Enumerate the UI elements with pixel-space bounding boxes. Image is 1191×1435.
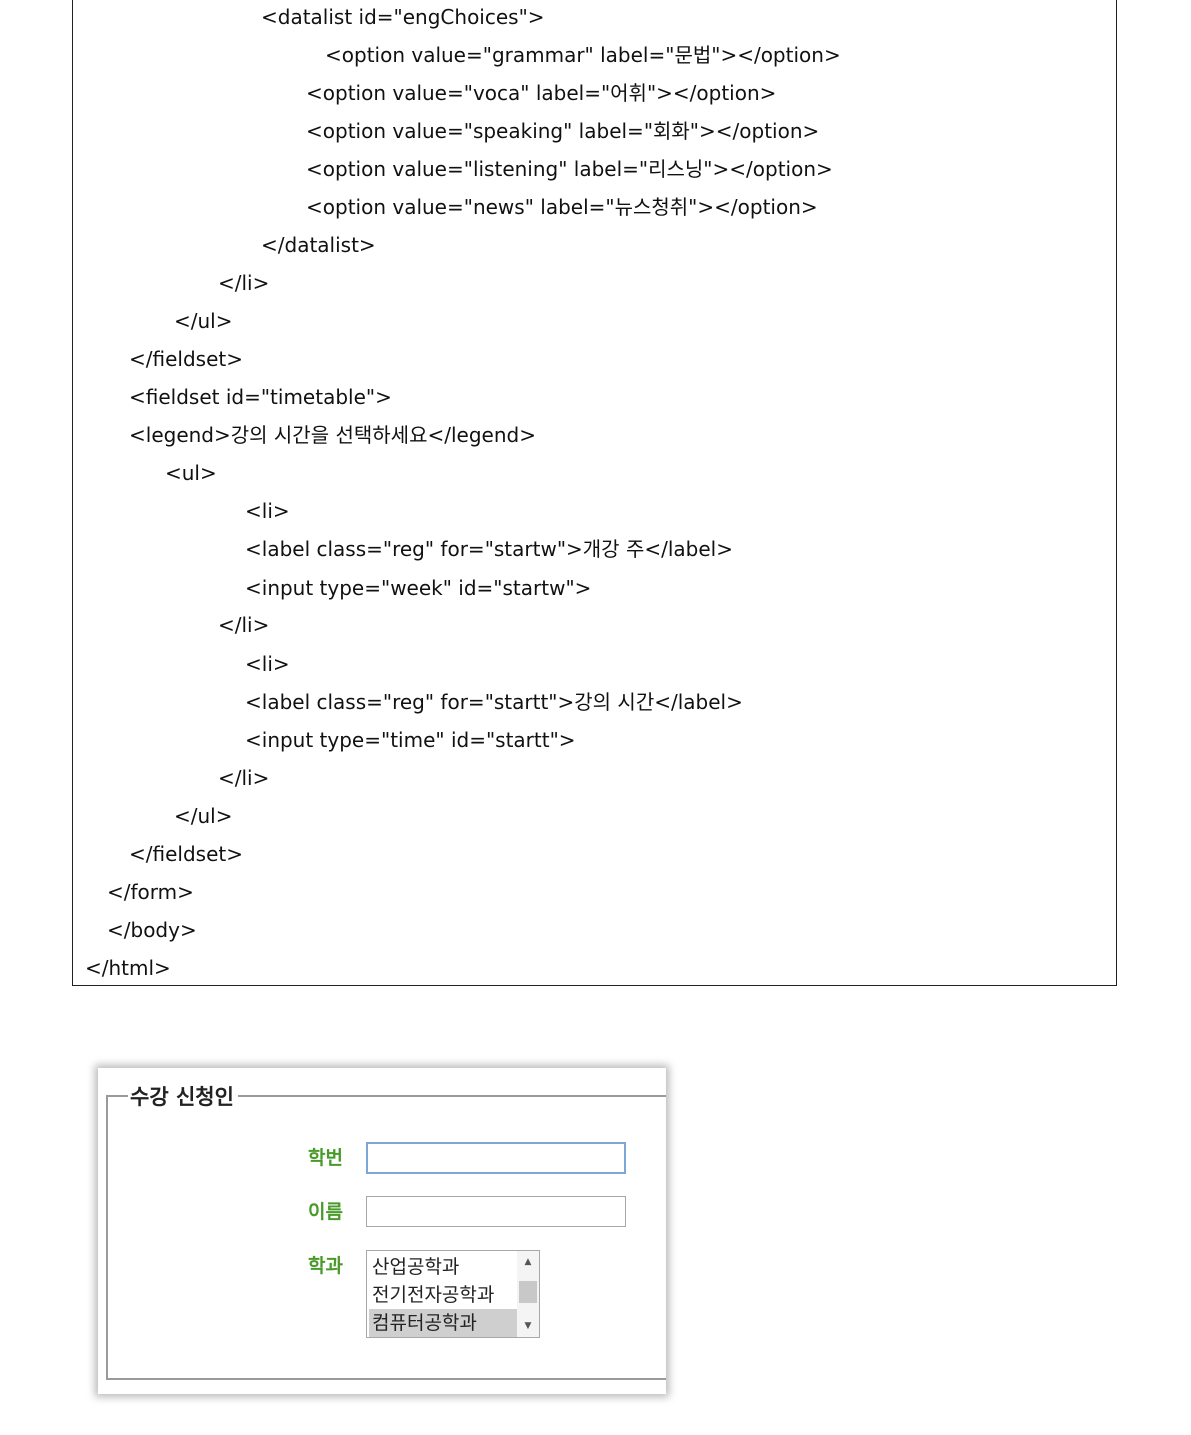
chevron-down-icon[interactable]: ▼ [517, 1315, 539, 1337]
scroll-thumb[interactable] [519, 1281, 537, 1303]
code-line: </fieldset> [129, 842, 243, 866]
fieldset-legend: 수강 신청인 [128, 1084, 238, 1110]
code-line: <ul> [165, 461, 217, 485]
code-line: </form> [107, 880, 194, 904]
code-line: <label class="reg" for="startt">강의 시간</l… [245, 690, 743, 714]
code-line: <li> [245, 499, 290, 523]
code-line: <option value="grammar" label="문법"></opt… [325, 43, 841, 67]
code-line: <datalist id="engChoices"> [261, 5, 545, 29]
chevron-up-icon[interactable]: ▲ [517, 1251, 539, 1273]
name-input[interactable] [366, 1196, 626, 1227]
department-listbox[interactable]: 산업공학과 전기전자공학과 컴퓨터공학과 ▲ ▼ [366, 1250, 540, 1338]
code-line: <legend>강의 시간을 선택하세요</legend> [129, 423, 536, 447]
department-option[interactable]: 전기전자공학과 [369, 1281, 517, 1309]
code-line: </ul> [174, 804, 233, 828]
code-line: </fieldset> [129, 347, 243, 371]
code-line: <option value="voca" label="어휘"></option… [306, 81, 777, 105]
code-listing: <datalist id="engChoices"> <option value… [72, 0, 1117, 986]
code-line: </body> [107, 918, 197, 942]
code-line: <input type="time" id="startt"> [245, 728, 576, 752]
code-line: <input type="week" id="startw"> [245, 576, 592, 600]
code-line: <option value="news" label="뉴스청취"></opti… [306, 195, 818, 219]
department-label: 학과 [308, 1255, 343, 1277]
code-line: </li> [218, 766, 270, 790]
code-line: </li> [218, 271, 270, 295]
code-line: </html> [85, 956, 171, 980]
student-id-label: 학번 [308, 1147, 343, 1169]
department-option[interactable]: 산업공학과 [369, 1253, 517, 1281]
code-line: </datalist> [261, 233, 376, 257]
code-line: </ul> [174, 309, 233, 333]
code-line: <option value="speaking" label="회화"></op… [306, 119, 820, 143]
code-line: <option value="listening" label="리스닝"></… [306, 157, 833, 181]
student-id-input[interactable] [366, 1142, 626, 1174]
code-line: <fieldset id="timetable"> [129, 385, 392, 409]
code-line: <li> [245, 652, 290, 676]
code-line: </li> [218, 613, 270, 637]
name-label: 이름 [308, 1201, 343, 1223]
form-preview: 수강 신청인 학번 이름 학과 산업공학과 전기전자공학과 컴퓨터공학과 ▲ ▼ [98, 1068, 666, 1394]
department-option-selected[interactable]: 컴퓨터공학과 [369, 1309, 517, 1337]
department-scrollbar[interactable]: ▲ ▼ [517, 1251, 539, 1337]
code-line: <label class="reg" for="startw">개강 주</la… [245, 537, 733, 561]
